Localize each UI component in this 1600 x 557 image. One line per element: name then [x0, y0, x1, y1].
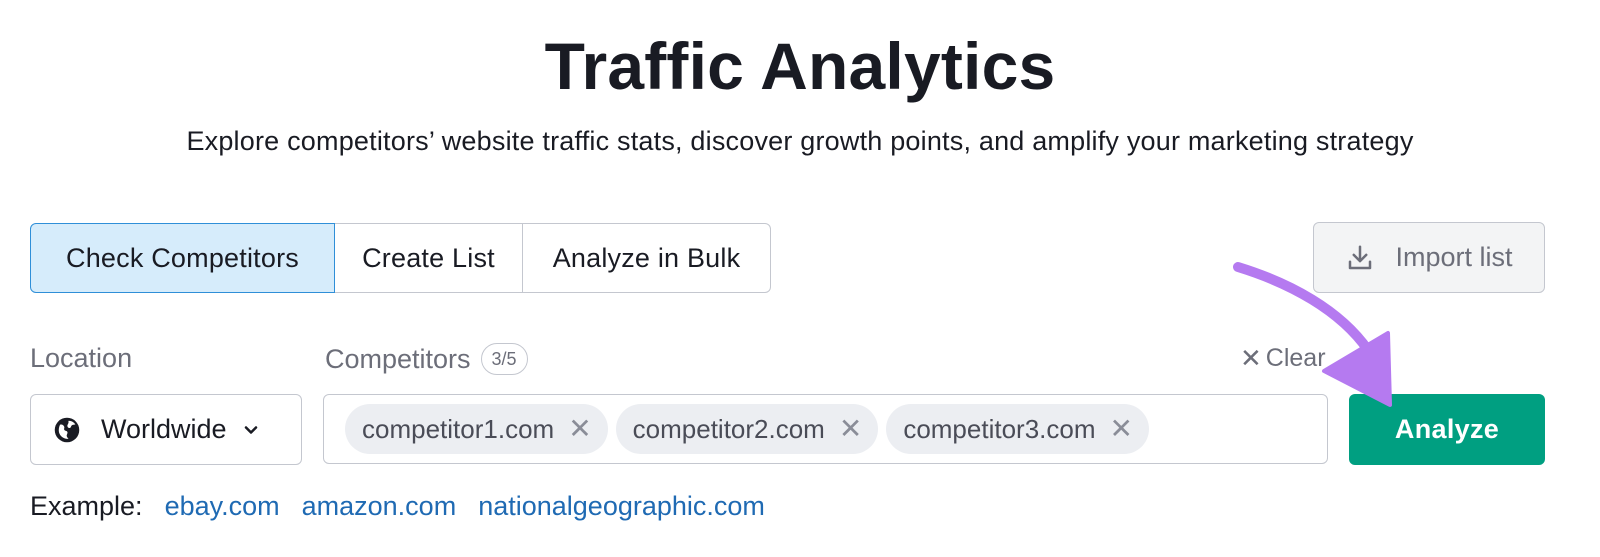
- competitor-chip: competitor1.com ✕: [345, 404, 608, 454]
- page-subtitle: Explore competitors’ website traffic sta…: [186, 126, 1414, 156]
- chip-label: competitor1.com: [362, 413, 555, 444]
- import-list-button[interactable]: Import list: [1313, 222, 1545, 293]
- chip-label: competitor3.com: [903, 413, 1096, 444]
- competitor-chip: competitor2.com ✕: [615, 404, 879, 454]
- example-link-nationalgeographic[interactable]: nationalgeographic.com: [478, 491, 765, 522]
- example-link-amazon[interactable]: amazon.com: [302, 491, 457, 522]
- examples-label: Example:: [30, 491, 143, 521]
- competitor-chip: competitor3.com ✕: [886, 404, 1149, 454]
- example-link-ebay[interactable]: ebay.com: [165, 491, 280, 522]
- competitors-label: Competitors: [325, 343, 471, 374]
- close-icon: ✕: [1240, 343, 1262, 373]
- clear-button[interactable]: ✕ Clear: [1240, 343, 1326, 374]
- chevron-down-icon: [244, 425, 257, 434]
- analyze-button[interactable]: Analyze: [1349, 394, 1545, 465]
- remove-chip-icon[interactable]: ✕: [839, 415, 862, 443]
- import-list-label: Import list: [1395, 242, 1513, 272]
- page-title: Traffic Analytics: [544, 29, 1056, 103]
- examples-row: Example: ebay.com amazon.com nationalgeo…: [30, 491, 765, 522]
- competitors-input[interactable]: competitor1.com ✕ competitor2.com ✕ comp…: [323, 394, 1328, 464]
- chip-label: competitor2.com: [632, 413, 825, 444]
- tab-analyze-in-bulk[interactable]: Analyze in Bulk: [523, 223, 771, 293]
- location-select[interactable]: Worldwide: [30, 394, 302, 465]
- download-icon: [1349, 245, 1372, 269]
- globe-icon: [54, 417, 80, 442]
- remove-chip-icon[interactable]: ✕: [1110, 415, 1133, 443]
- mode-tabs: Check Competitors Create List Analyze in…: [30, 223, 771, 293]
- location-label: Location: [30, 343, 133, 373]
- tab-check-competitors[interactable]: Check Competitors: [30, 223, 335, 293]
- clear-label: Clear: [1265, 344, 1326, 372]
- remove-chip-icon[interactable]: ✕: [568, 415, 591, 443]
- traffic-analytics-page: Traffic Analytics Explore competitors’ w…: [0, 0, 1600, 557]
- location-value: Worldwide: [101, 414, 227, 444]
- competitors-count-badge: 3/5: [480, 343, 528, 375]
- tab-create-list[interactable]: Create List: [335, 223, 523, 293]
- competitors-label-group: Competitors 3/5: [325, 343, 528, 375]
